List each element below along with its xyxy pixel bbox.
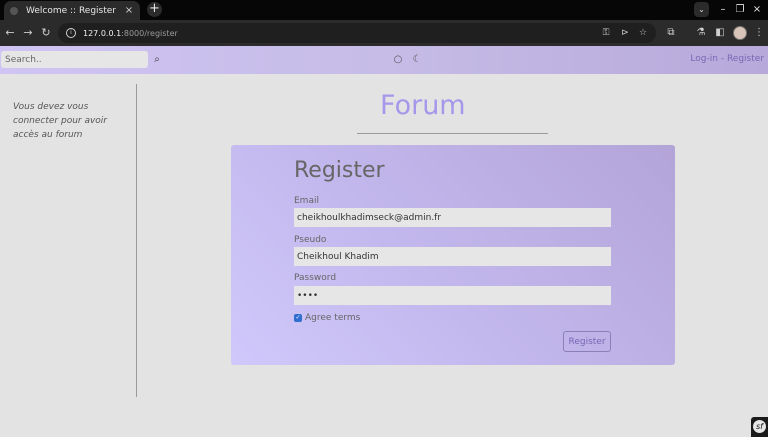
- site-info-icon[interactable]: i: [66, 28, 76, 38]
- sidebar-icon[interactable]: ◧: [713, 26, 727, 40]
- symfony-icon: sf: [753, 420, 766, 433]
- maximize-icon[interactable]: ❐: [733, 2, 747, 17]
- bookmark-icon[interactable]: ☆: [636, 26, 650, 40]
- favicon-icon: [10, 6, 18, 15]
- pseudo-field[interactable]: [294, 247, 611, 266]
- tab-title: Welcome :: Register: [26, 5, 117, 16]
- url-path: :8000/register: [121, 28, 178, 38]
- password-field[interactable]: [294, 286, 611, 305]
- key-icon[interactable]: ⚿: [599, 26, 613, 40]
- back-icon[interactable]: ←: [3, 26, 17, 40]
- auth-links: Log-in - Register: [690, 54, 764, 64]
- forward-icon[interactable]: →: [21, 26, 35, 40]
- email-field[interactable]: [294, 208, 611, 227]
- forum-logo: Forum: [380, 90, 466, 121]
- labs-icon[interactable]: ⚗: [694, 26, 708, 40]
- page-title: Register: [294, 158, 385, 183]
- menu-icon[interactable]: ⋮: [752, 26, 766, 40]
- pseudo-label: Pseudo: [294, 235, 327, 245]
- sidebar-divider: [136, 84, 137, 397]
- new-tab-icon[interactable]: +: [147, 2, 162, 17]
- register-card: Register Email Pseudo Password ✓ Agree t…: [231, 145, 675, 365]
- search-icon[interactable]: ⌕: [151, 53, 163, 67]
- profile-avatar[interactable]: [733, 26, 747, 40]
- register-link[interactable]: Register: [727, 54, 764, 64]
- url-host: 127.0.0.1: [83, 28, 122, 38]
- agree-terms-label: Agree terms: [305, 313, 361, 323]
- browser-toolbar: ← → ↻ i 127.0.0.1:8000/register ⚿ ⊳ ☆ ⧉ …: [0, 20, 768, 46]
- browser-tab[interactable]: Welcome :: Register ×: [4, 1, 140, 20]
- sidebar-message: Vous devez vous connecter pour avoir acc…: [13, 102, 108, 140]
- password-label: Password: [294, 273, 337, 283]
- browser-tabstrip: Welcome :: Register × + ⌄ – ❐ ×: [0, 0, 768, 20]
- register-button[interactable]: Register: [563, 331, 611, 352]
- agree-terms[interactable]: ✓ Agree terms: [294, 313, 360, 323]
- minimize-icon[interactable]: –: [716, 2, 730, 17]
- dark-mode-icon[interactable]: ☾: [411, 54, 423, 66]
- address-bar[interactable]: i 127.0.0.1:8000/register ⚿ ⊳ ☆: [58, 23, 656, 43]
- login-link[interactable]: Log-in: [690, 54, 718, 64]
- email-label: Email: [294, 196, 319, 206]
- reload-icon[interactable]: ↻: [39, 26, 53, 40]
- tab-search-icon[interactable]: ⌄: [694, 2, 709, 17]
- auth-separator: -: [717, 54, 727, 64]
- send-icon[interactable]: ⊳: [618, 26, 632, 40]
- extensions-icon[interactable]: ⧉: [664, 26, 678, 40]
- page-header: ⌕ ○ ☾ Log-in - Register: [0, 46, 768, 74]
- symfony-toolbar[interactable]: sf: [751, 417, 768, 437]
- search-input[interactable]: [1, 51, 148, 68]
- agree-terms-checkbox[interactable]: ✓: [294, 314, 302, 322]
- tab-close-icon[interactable]: ×: [124, 5, 134, 16]
- logo-divider: [357, 133, 548, 134]
- light-mode-icon[interactable]: ○: [392, 54, 404, 66]
- window-close-icon[interactable]: ×: [750, 2, 764, 17]
